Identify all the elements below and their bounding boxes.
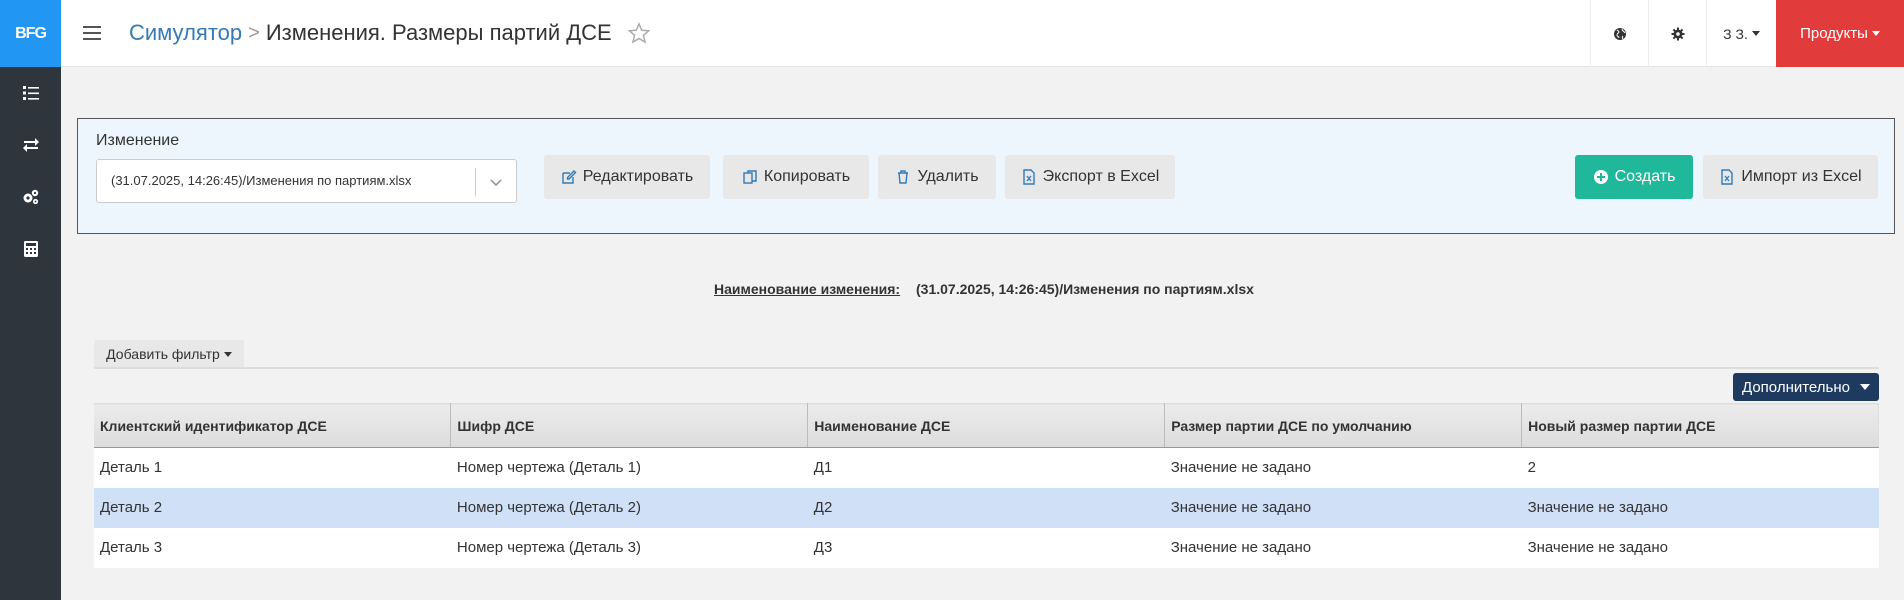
- export-button-label: Экспорт в Excel: [1042, 168, 1160, 185]
- chevron-down-icon[interactable]: [488, 174, 504, 190]
- sidebar-item-exchange[interactable]: [0, 119, 61, 171]
- select-divider: [475, 168, 476, 196]
- filter-divider: [94, 367, 1879, 369]
- table-cell: Деталь 2: [94, 487, 451, 528]
- sidebar-item-list[interactable]: [0, 67, 61, 119]
- table-cell: Значение не задано: [1521, 487, 1879, 528]
- table-cell: Значение не задано: [1521, 527, 1879, 568]
- import-button-label: Импорт из Excel: [1741, 168, 1862, 185]
- caret-down-icon: [1859, 384, 1870, 390]
- trash-icon: [898, 170, 909, 184]
- table-header-row: Клиентский идентификатор ДСЕ Шифр ДСЕ На…: [94, 403, 1879, 448]
- create-button[interactable]: Создать: [1575, 155, 1693, 199]
- sidebar: BFG: [0, 0, 61, 600]
- copy-button-label: Копировать: [763, 168, 851, 185]
- table-cell: Значение не задано: [1164, 447, 1522, 488]
- column-header-name[interactable]: Наименование ДСЕ: [807, 403, 1166, 448]
- change-label: Изменение: [96, 132, 180, 149]
- globe-icon: [1613, 27, 1626, 40]
- sidebar-item-calculator[interactable]: [0, 223, 61, 275]
- excel-file-icon: [1022, 169, 1035, 185]
- change-select[interactable]: (31.07.2025, 14:26:45)/Изменения по парт…: [96, 159, 517, 203]
- table-row-selected[interactable]: Деталь 2 Номер чертежа (Деталь 2) Д2 Зна…: [94, 487, 1879, 528]
- copy-icon: [743, 170, 757, 184]
- copy-button[interactable]: Копировать: [723, 155, 869, 199]
- column-header-code[interactable]: Шифр ДСЕ: [450, 403, 809, 448]
- user-menu-button[interactable]: З З.: [1706, 0, 1776, 67]
- products-menu-button[interactable]: Продукты: [1776, 0, 1904, 67]
- table-cell: Д3: [807, 527, 1165, 568]
- table-cell: 2: [1521, 447, 1879, 488]
- change-name-label: Наименование изменения:: [714, 281, 901, 297]
- create-button-label: Создать: [1614, 168, 1676, 185]
- top-header: Симулятор > Изменения. Размеры партий ДС…: [61, 0, 1904, 67]
- delete-button-label: Удалить: [917, 168, 979, 185]
- caret-down-icon: [223, 351, 232, 357]
- breadcrumb-separator: >: [248, 21, 260, 44]
- page-title: Изменения. Размеры партий ДСЕ: [265, 20, 612, 45]
- caret-down-icon: [1871, 31, 1880, 36]
- edit-button-label: Редактировать: [582, 168, 694, 185]
- plus-circle-icon: [1593, 170, 1608, 184]
- table-cell: Деталь 1: [94, 447, 451, 488]
- column-header-client-id[interactable]: Клиентский идентификатор ДСЕ: [94, 403, 452, 448]
- gear-icon: [1671, 27, 1684, 40]
- add-filter-button[interactable]: Добавить фильтр: [94, 340, 244, 368]
- edit-icon: [562, 170, 577, 184]
- menu-toggle-button[interactable]: [67, 0, 117, 67]
- table-cell: Д1: [807, 447, 1165, 488]
- language-button[interactable]: [1590, 0, 1648, 67]
- table-cell: Д2: [807, 487, 1165, 528]
- breadcrumb-root-link[interactable]: Симулятор: [129, 20, 242, 46]
- sidebar-item-gears[interactable]: [0, 171, 61, 223]
- table-row[interactable]: Деталь 1 Номер чертежа (Деталь 1) Д1 Зна…: [94, 447, 1879, 488]
- table-cell: Значение не задано: [1164, 487, 1522, 528]
- change-name-value: (31.07.2025, 14:26:45)/Изменения по парт…: [916, 281, 1254, 297]
- change-panel: Изменение (31.07.2025, 14:26:45)/Изменен…: [77, 118, 1895, 234]
- hamburger-icon: [83, 32, 101, 34]
- more-actions-button[interactable]: Дополнительно: [1733, 373, 1879, 401]
- delete-button[interactable]: Удалить: [878, 155, 996, 199]
- add-filter-label: Добавить фильтр: [106, 346, 220, 362]
- more-actions-label: Дополнительно: [1742, 378, 1850, 396]
- gears-icon: [23, 189, 38, 205]
- app-logo[interactable]: BFG: [0, 0, 61, 67]
- column-header-new-size[interactable]: Новый размер партии ДСЕ: [1521, 403, 1879, 448]
- change-select-value: (31.07.2025, 14:26:45)/Изменения по парт…: [111, 173, 412, 188]
- table-cell: Номер чертежа (Деталь 2): [450, 487, 808, 528]
- export-excel-button[interactable]: Экспорт в Excel: [1005, 155, 1175, 199]
- user-label: З З.: [1723, 25, 1748, 42]
- import-excel-button[interactable]: Импорт из Excel: [1703, 155, 1878, 199]
- table-cell: Деталь 3: [94, 527, 451, 568]
- table-row[interactable]: Деталь 3 Номер чертежа (Деталь 3) Д3 Зна…: [94, 527, 1879, 568]
- list-icon: [22, 86, 39, 100]
- header-actions: З З. Продукты: [1590, 0, 1904, 67]
- products-label: Продукты: [1800, 25, 1868, 42]
- column-header-default-size[interactable]: Размер партии ДСЕ по умолчанию: [1164, 403, 1523, 448]
- excel-file-icon: [1721, 169, 1734, 185]
- batch-sizes-table: Клиентский идентификатор ДСЕ Шифр ДСЕ На…: [94, 403, 1879, 568]
- table-cell: Значение не задано: [1164, 527, 1522, 568]
- favorite-star-icon[interactable]: [627, 22, 650, 44]
- table-cell: Номер чертежа (Деталь 1): [450, 447, 808, 488]
- table-cell: Номер чертежа (Деталь 3): [450, 527, 808, 568]
- exchange-icon: [22, 138, 39, 152]
- change-name-info: Наименование изменения: (31.07.2025, 14:…: [714, 281, 1254, 297]
- calculator-icon: [23, 241, 38, 257]
- edit-button[interactable]: Редактировать: [544, 155, 710, 199]
- settings-button[interactable]: [1648, 0, 1706, 67]
- caret-down-icon: [1751, 31, 1760, 36]
